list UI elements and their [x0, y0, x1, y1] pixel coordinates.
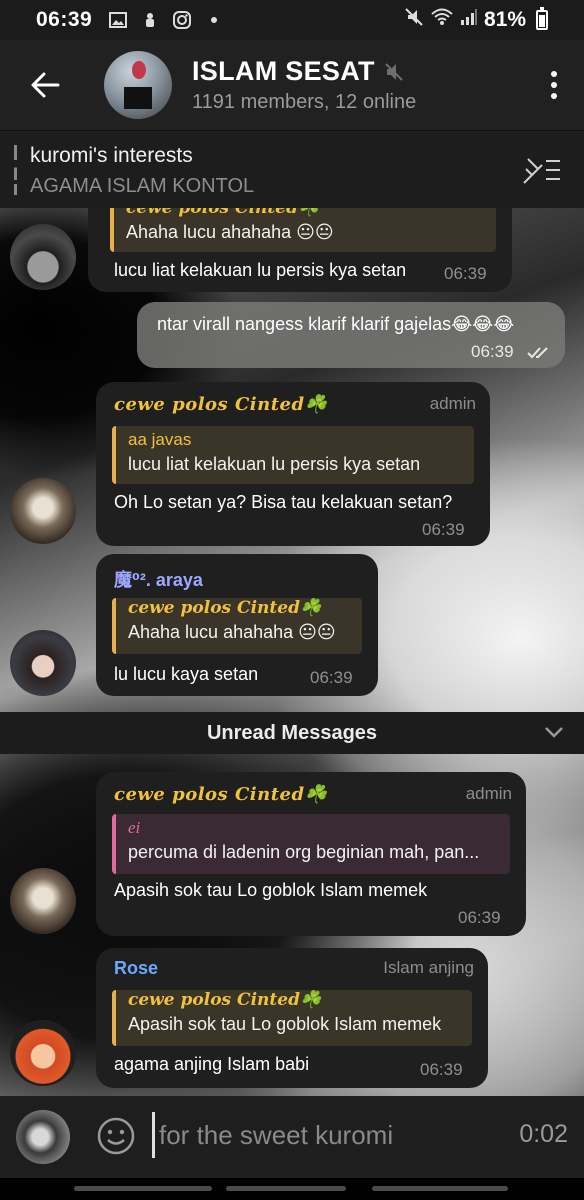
arrow-left-icon [31, 72, 60, 98]
more-menu-icon[interactable] [524, 40, 584, 130]
chat-header: ISLAM SESAT 1191 members, 12 online [0, 40, 584, 130]
pinned-message-bar[interactable]: kuromi's interests AGAMA ISLAM KONTOL [0, 130, 584, 208]
android-icon [138, 8, 162, 32]
reply-quote[interactable]: aa javas lucu liat kelakuan lu persis ky… [112, 426, 474, 484]
send-as-avatar[interactable] [16, 1110, 70, 1164]
message-time: 06:39 [310, 668, 353, 687]
reply-quote[interactable]: cewe polos Cinted☘️ Apasih sok tau Lo go… [112, 990, 472, 1046]
instagram-icon [170, 8, 194, 32]
message-text: Apasih sok tau Lo goblok Islam memek [114, 880, 428, 900]
reply-text: Ahaha lucu ahahaha 😐😐 [128, 622, 336, 642]
chat-title: ISLAM SESAT [192, 56, 375, 86]
sender-name[interactable]: 魔⁰². araya [114, 566, 203, 592]
message-text: Oh Lo setan ya? Bisa tau kelakuan setan? [114, 492, 453, 512]
reply-author: aa javas [128, 430, 192, 449]
message-text: lu lucu kaya setan [114, 664, 259, 684]
recording-timer: 0:02 [519, 1120, 568, 1148]
emoji-icon[interactable] [96, 1116, 136, 1156]
pinned-text: AGAMA ISLAM KONTOL [30, 175, 255, 197]
nav-back-pill[interactable] [74, 1186, 212, 1191]
pinned-indicator [14, 145, 17, 195]
mute-status-icon [404, 7, 424, 33]
pinned-list-icon[interactable] [522, 155, 562, 185]
reply-quote[interactable]: cewe polos Cinted☘️ Ahaha lucu ahahaha 😐… [110, 208, 496, 252]
unread-label: Unread Messages [206, 721, 378, 744]
message-time: 06:39 [422, 520, 465, 539]
reply-author: cewe polos Cinted☘️ [128, 598, 322, 618]
read-check-icon [527, 347, 548, 359]
avatar[interactable] [10, 1020, 76, 1086]
sender-name[interactable]: cewe polos Cinted☘️ [114, 784, 327, 805]
reply-text: percuma di ladenin org beginian mah, pan… [128, 842, 480, 862]
battery-icon [536, 7, 548, 30]
message-time: 06:39 [458, 908, 501, 927]
reply-author: ei [128, 818, 141, 837]
system-nav-bar [0, 1178, 584, 1200]
nav-recents-pill[interactable] [372, 1186, 508, 1191]
message-text: ntar virall nangess klarif klarif gajela… [157, 314, 515, 334]
status-time: 06:39 [36, 8, 93, 31]
message-time: 06:39 [444, 264, 487, 283]
message-bubble[interactable]: cewe polos Cinted☘️ admin ei percuma di … [96, 772, 526, 936]
sender-role: admin [429, 394, 476, 413]
reply-author: cewe polos Cinted☘️ [126, 208, 320, 218]
avatar[interactable] [10, 630, 76, 696]
battery-percent: 81% [483, 8, 526, 31]
pinned-title: kuromi's interests [30, 144, 193, 167]
muted-icon [385, 62, 403, 81]
message-time: 06:39 [471, 342, 514, 361]
reply-text: Ahaha lucu ahahaha 😐😐 [126, 222, 334, 242]
chat-area[interactable]: cewe polos Cinted☘️ Ahaha lucu ahahaha 😐… [0, 208, 584, 1096]
reply-quote[interactable]: ei percuma di ladenin org beginian mah, … [112, 814, 510, 874]
avatar[interactable] [10, 868, 76, 934]
back-button[interactable] [0, 40, 90, 130]
avatar[interactable] [10, 224, 76, 290]
member-count: 1191 members, 12 online [192, 91, 417, 113]
signal-icon [460, 8, 478, 32]
message-bubble[interactable]: cewe polos Cinted☘️ Ahaha lucu ahahaha 😐… [88, 208, 512, 292]
image-icon [106, 8, 130, 32]
sender-role: Islam anjing [383, 958, 474, 977]
reply-quote[interactable]: cewe polos Cinted☘️ Ahaha lucu ahahaha 😐… [112, 598, 362, 654]
dot-icon [202, 8, 226, 32]
status-bar: 06:39 81% [0, 0, 584, 40]
group-avatar[interactable] [104, 51, 172, 119]
reply-text: lucu liat kelakuan lu persis kya setan [128, 454, 421, 474]
message-bubble[interactable]: 魔⁰². araya cewe polos Cinted☘️ Ahaha luc… [96, 554, 378, 696]
message-input[interactable] [152, 1112, 482, 1158]
wifi-icon [430, 7, 454, 33]
unread-messages-divider: Unread Messages [0, 712, 584, 754]
message-text: agama anjing Islam babi [114, 1054, 310, 1074]
outgoing-message-bubble[interactable]: ntar virall nangess klarif klarif gajela… [137, 302, 565, 368]
message-text: lucu liat kelakuan lu persis kya setan [114, 260, 407, 280]
sender-role: admin [465, 784, 512, 803]
reply-text: Apasih sok tau Lo goblok Islam memek [128, 1014, 442, 1034]
sender-name[interactable]: cewe polos Cinted☘️ [114, 394, 327, 415]
chevron-down-icon[interactable] [544, 724, 564, 740]
chat-title-block[interactable]: ISLAM SESAT 1191 members, 12 online [192, 56, 416, 114]
message-input-bar: 0:02 [0, 1096, 584, 1178]
reply-author: cewe polos Cinted☘️ [128, 990, 322, 1010]
message-bubble[interactable]: Rose Islam anjing cewe polos Cinted☘️ Ap… [96, 948, 488, 1088]
nav-home-pill[interactable] [226, 1186, 346, 1191]
message-time: 06:39 [420, 1060, 463, 1079]
sender-name[interactable]: Rose [114, 958, 158, 979]
avatar[interactable] [10, 478, 76, 544]
message-bubble[interactable]: cewe polos Cinted☘️ admin aa javas lucu … [96, 382, 490, 546]
